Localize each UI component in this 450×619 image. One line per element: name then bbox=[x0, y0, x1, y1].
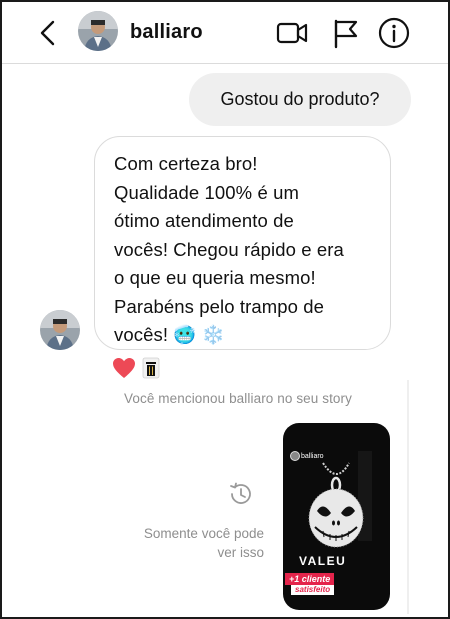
info-icon[interactable] bbox=[377, 16, 411, 50]
only-you-can-see-notice: Somente você pode ver isso bbox=[143, 526, 264, 560]
message-reactions[interactable] bbox=[112, 356, 160, 380]
story-mention-text: Você mencionou balliaro no seu story bbox=[124, 391, 352, 406]
reply-thread-line bbox=[407, 380, 409, 614]
story-client-tag: +1 cliente bbox=[285, 573, 335, 585]
sender-avatar[interactable] bbox=[40, 310, 80, 350]
video-camera-icon[interactable] bbox=[275, 16, 309, 50]
incoming-message-text: Com certeza bro! Qualidade 100% é um óti… bbox=[114, 153, 344, 345]
story-valeu-text: VALEU bbox=[299, 554, 347, 568]
story-thumbnail[interactable]: balliaro VALEU +1 cliente satisfeito bbox=[283, 423, 390, 610]
outgoing-message[interactable]: Gostou do produto? bbox=[189, 73, 411, 126]
chat-header: balliaro bbox=[2, 2, 448, 64]
history-icon bbox=[230, 482, 251, 504]
heart-icon bbox=[113, 358, 135, 378]
chat-username[interactable]: balliaro bbox=[130, 21, 203, 44]
incoming-message[interactable]: Com certeza bro! Qualidade 100% é um óti… bbox=[94, 136, 391, 350]
avatar[interactable] bbox=[78, 11, 118, 51]
trash-can-icon bbox=[142, 357, 160, 379]
story-satisfied-tag: satisfeito bbox=[291, 585, 335, 595]
chevron-left-icon[interactable] bbox=[36, 18, 60, 48]
flag-icon[interactable] bbox=[329, 16, 363, 50]
